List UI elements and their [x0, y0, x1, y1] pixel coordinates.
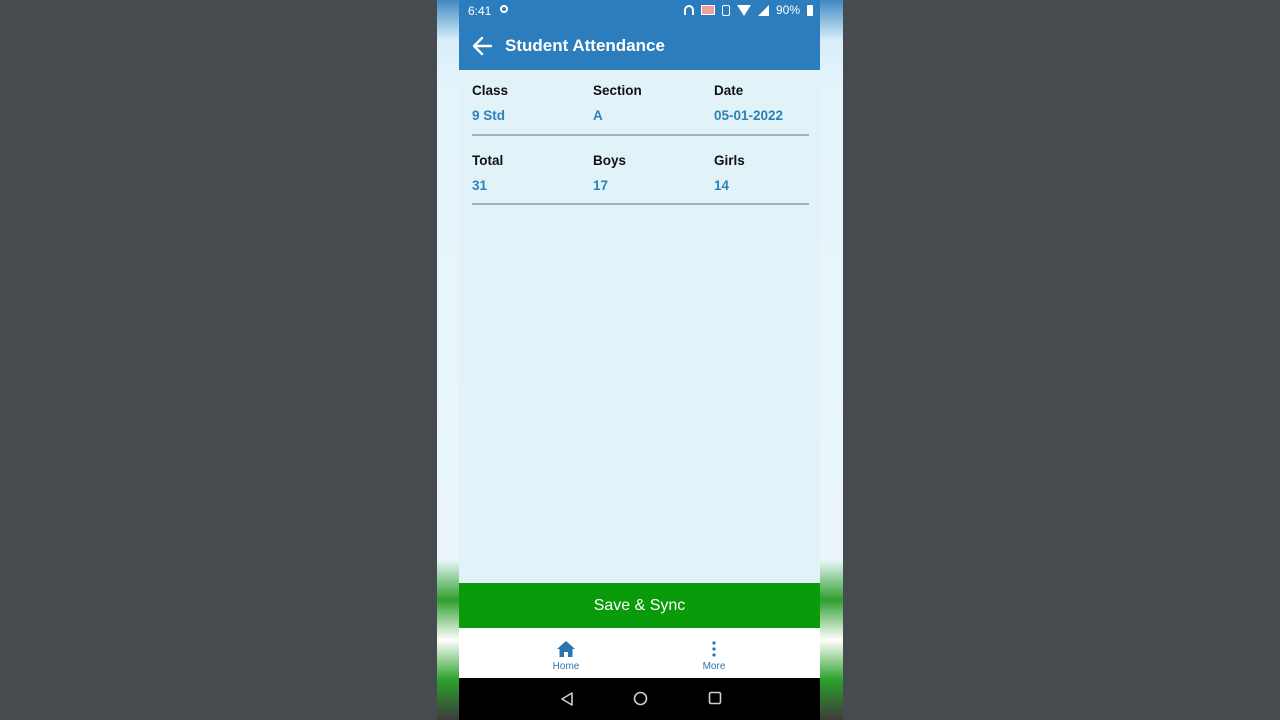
arrow-left-icon[interactable] — [471, 35, 493, 57]
save-sync-button[interactable]: Save & Sync — [459, 583, 820, 628]
boys-value: 17 — [593, 178, 609, 193]
headphones-icon — [683, 5, 694, 15]
class-label: Class — [472, 83, 509, 98]
class-value: 9 Std — [472, 108, 506, 123]
bottom-nav: Home More — [459, 628, 820, 678]
phone-screen: 6:41 90% Student Attendance Class 9 Std … — [459, 0, 820, 720]
vibrate-icon — [721, 4, 730, 16]
section-value: A — [593, 108, 603, 123]
nav-item-more[interactable]: More — [674, 628, 754, 678]
home-circle-icon[interactable] — [633, 691, 648, 706]
count-info-row: Total 31 Boys 17 Girls 14 — [472, 150, 809, 205]
home-icon — [557, 641, 575, 657]
status-icons: 90% — [683, 3, 813, 17]
battery-percent: 90% — [775, 3, 800, 17]
girls-value: 14 — [714, 178, 730, 193]
recents-square-icon[interactable] — [708, 691, 722, 705]
status-bar: 6:41 90% — [459, 0, 820, 22]
boys-label: Boys — [593, 153, 627, 168]
status-time: 6:41 — [468, 4, 492, 18]
system-nav-bar — [459, 678, 820, 720]
nav-label-home: Home — [552, 661, 580, 672]
page-title: Student Attendance — [505, 36, 665, 55]
cast-icon — [700, 5, 715, 15]
date-label: Date — [714, 83, 744, 98]
section-label: Section — [593, 83, 642, 98]
battery-icon — [807, 4, 813, 16]
total-label: Total — [472, 153, 504, 168]
class-info-row: Class 9 Std Section A Date 05-01-2022 — [472, 80, 809, 136]
signal-icon — [757, 4, 769, 16]
record-icon — [500, 5, 508, 13]
more-vertical-icon — [712, 641, 716, 657]
app-bar: Student Attendance — [459, 22, 820, 70]
date-value: 05-01-2022 — [714, 108, 784, 123]
girls-label: Girls — [714, 153, 745, 168]
back-triangle-icon[interactable] — [560, 691, 574, 707]
wifi-icon — [736, 4, 751, 16]
total-value: 31 — [472, 178, 488, 193]
nav-item-home[interactable]: Home — [526, 628, 606, 678]
nav-label-more: More — [702, 661, 726, 672]
